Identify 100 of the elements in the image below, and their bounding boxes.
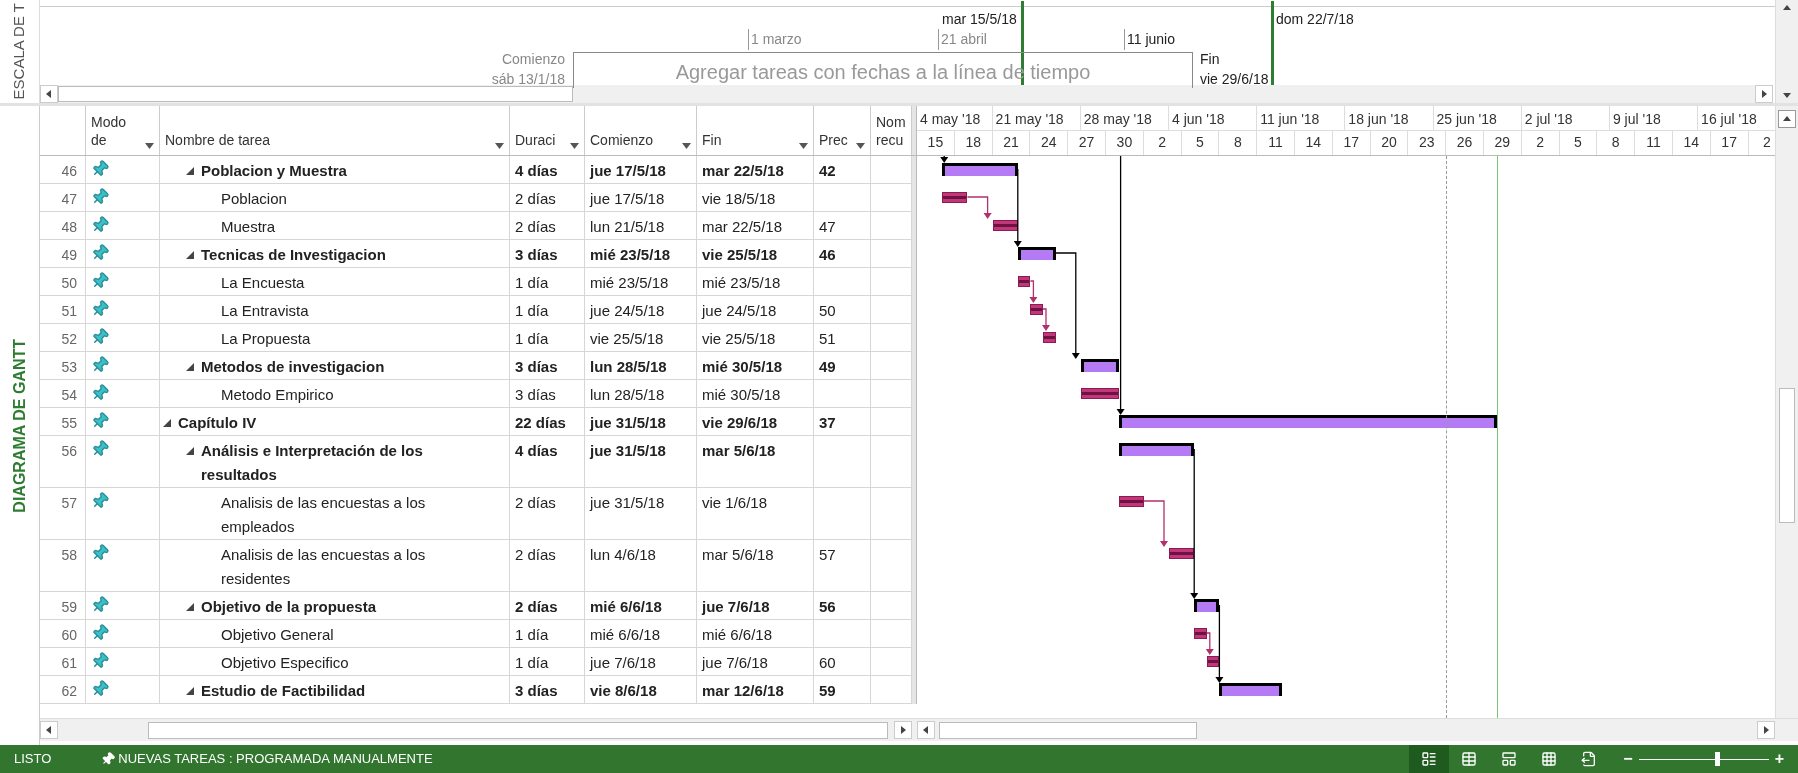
today-date: mar 15/5/18 [942,10,1017,29]
week-label: 4 jun '18 [1171,109,1225,129]
zoom-in-button[interactable]: + [1774,747,1784,771]
row-number: 49 [40,240,86,268]
new-tasks-status[interactable]: NUEVAS TAREAS : PROGRAMADA MANUALMENTE [118,749,433,769]
task-bar[interactable] [992,220,1018,231]
caret-icon[interactable] [145,143,154,149]
collapse-icon[interactable] [162,418,172,428]
task-bar[interactable] [1017,276,1031,287]
task-name: Objetivo Especifico [221,653,349,673]
summary-bar[interactable] [1194,599,1220,612]
horizontal-scrollbar[interactable] [40,85,1773,103]
finish-cell: jue 24/5/18 [697,296,814,324]
scroll-thumb[interactable] [1779,388,1795,523]
vertical-scrollbar[interactable] [1775,106,1798,718]
column-header[interactable]: Fin [702,131,722,149]
scroll-right-icon[interactable] [1762,726,1770,734]
row-number: 51 [40,296,86,324]
link-arrow [966,196,992,219]
collapse-icon[interactable] [185,362,195,372]
day-label: 27 [1078,133,1095,153]
duration-cell: 3 días [510,240,585,268]
caret-icon[interactable] [570,143,579,149]
row-number: 46 [40,156,86,184]
collapse-icon[interactable] [185,602,195,612]
day-label: 14 [1305,133,1322,153]
column-header[interactable]: Comienzo [590,131,654,149]
finish-cell: mar 22/5/18 [697,156,814,184]
predecessor-cell [814,184,871,212]
row-number: 50 [40,268,86,296]
duration-cell: 3 días [510,676,585,704]
week-label: 21 may '18 [995,109,1064,129]
start-cell: mié 23/5/18 [585,240,697,268]
caret-icon[interactable] [856,143,865,149]
task-bar[interactable] [1206,656,1220,667]
vertical-scrollbar[interactable] [1775,0,1798,103]
duration-cell: 1 día [510,268,585,296]
summary-bar[interactable] [1080,359,1119,372]
summary-bar[interactable] [1118,443,1195,456]
finish-cell: mar 5/6/18 [697,436,814,488]
caret-icon[interactable] [799,143,808,149]
summary-bar[interactable] [1219,683,1283,696]
collapse-icon[interactable] [185,250,195,260]
day-label: 14 [1683,133,1700,153]
summary-bar[interactable] [1017,247,1056,260]
day-label: 18 [965,133,981,153]
finish-cell: vie 29/6/18 [697,408,814,436]
task-bar[interactable] [942,192,968,203]
finish-cell: mar 5/6/18 [697,540,814,592]
day-label: 24 [1041,133,1057,153]
task-name: La Encuesta [221,273,305,293]
predecessor-cell: 37 [814,408,871,436]
task-name: Analisis de las encuestas a los residentes [221,545,427,589]
scroll-left-icon[interactable] [45,726,53,734]
summary-bar[interactable] [1118,415,1497,428]
zoom-out-button[interactable]: − [1623,747,1633,771]
timeline-tick: 21 abril [938,29,987,50]
zoom-thumb[interactable] [1714,752,1720,766]
task-bar[interactable] [1080,388,1119,399]
finish-cell: mar 12/6/18 [697,676,814,704]
zoom-slider[interactable] [1638,752,1769,766]
duration-cell: 2 días [510,184,585,212]
week-label: 28 may '18 [1083,109,1152,129]
scroll-thumb[interactable] [58,86,573,102]
view-side-label: DIAGRAMA DE GANTT [9,338,29,513]
collapse-icon[interactable] [185,446,195,456]
column-header[interactable]: Nom recu [876,113,906,149]
scroll-right-icon[interactable] [899,726,907,734]
horizontal-scrollbar[interactable] [917,720,1775,740]
day-label: 29 [1494,133,1511,153]
column-header[interactable]: Duraci [515,131,556,149]
row-number: 58 [40,540,86,592]
caret-icon[interactable] [495,143,504,149]
scroll-down-icon[interactable] [1783,91,1791,99]
row-number: 52 [40,324,86,352]
scroll-right-icon[interactable] [1760,90,1768,98]
scroll-thumb[interactable] [939,721,1197,739]
scroll-left-icon[interactable] [922,726,930,734]
task-name: Análisis e Interpretación de los resultados [201,441,424,485]
start-cell: mié 6/6/18 [585,592,697,620]
column-header[interactable]: Modo de [91,113,127,149]
gantt-view-icon[interactable] [1409,745,1450,773]
task-name: Analisis de las encuestas a los empleados [221,493,427,537]
column-header[interactable]: Nombre de tarea [165,131,271,149]
scroll-left-icon[interactable] [45,90,53,98]
scroll-thumb[interactable] [148,721,888,739]
collapse-icon[interactable] [185,166,195,176]
day-label: 17 [1721,133,1737,153]
collapse-icon[interactable] [185,686,195,696]
summary-bar[interactable] [942,163,1018,176]
caret-icon[interactable] [682,143,691,149]
task-name: Tecnicas de Investigacion [201,245,386,265]
start-cell: lun 28/5/18 [585,352,697,380]
task-bar[interactable] [1118,496,1144,507]
scroll-up-icon[interactable] [1783,4,1791,12]
scroll-up-icon[interactable] [1783,115,1791,123]
duration-cell: 1 día [510,296,585,324]
column-header[interactable]: Prec [819,131,848,149]
horizontal-scrollbar[interactable] [40,720,912,740]
timeline-tick: 11 junio [1124,29,1175,50]
